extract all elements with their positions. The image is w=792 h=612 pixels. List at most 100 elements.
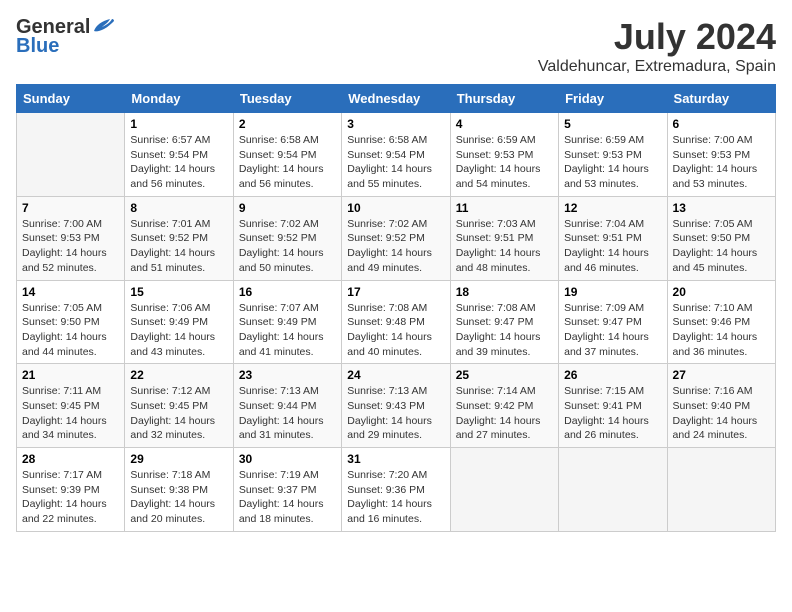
calendar-week-row: 28 Sunrise: 7:17 AM Sunset: 9:39 PM Dayli… bbox=[17, 448, 776, 532]
day-number: 16 bbox=[239, 285, 336, 299]
day-info: Sunrise: 6:58 AM Sunset: 9:54 PM Dayligh… bbox=[239, 133, 336, 192]
calendar-cell: 1Sunrise: 6:57 AM Sunset: 9:54 PM Daylig… bbox=[125, 113, 233, 197]
calendar-week-row: 21 Sunrise: 7:11 AM Sunset: 9:45 PM Dayli… bbox=[17, 364, 776, 448]
column-header-sunday: Sunday bbox=[17, 85, 125, 113]
calendar-cell: 22Sunrise: 7:12 AM Sunset: 9:45 PM Dayli… bbox=[125, 364, 233, 448]
day-info: Sunrise: 7:06 AM Sunset: 9:49 PM Dayligh… bbox=[130, 301, 227, 360]
day-number: 24 bbox=[347, 368, 444, 382]
logo-bird-icon bbox=[92, 17, 114, 35]
day-info: Sunrise: 7:07 AM Sunset: 9:49 PM Dayligh… bbox=[239, 301, 336, 360]
column-header-friday: Friday bbox=[559, 85, 667, 113]
calendar-cell: 11 Sunrise: 7:03 AM Sunset: 9:51 PM Dayli… bbox=[450, 196, 558, 280]
calendar-cell: 25 Sunrise: 7:14 AM Sunset: 9:42 PM Dayli… bbox=[450, 364, 558, 448]
day-info: Sunrise: 7:15 AM Sunset: 9:41 PM Dayligh… bbox=[564, 384, 661, 443]
calendar-cell: 16 Sunrise: 7:07 AM Sunset: 9:49 PM Dayli… bbox=[233, 280, 341, 364]
day-number: 25 bbox=[456, 368, 553, 382]
day-info: Sunrise: 7:11 AM Sunset: 9:45 PM Dayligh… bbox=[22, 384, 119, 443]
day-info: Sunrise: 7:14 AM Sunset: 9:42 PM Dayligh… bbox=[456, 384, 553, 443]
calendar-cell: 26Sunrise: 7:15 AM Sunset: 9:41 PM Dayli… bbox=[559, 364, 667, 448]
day-info: Sunrise: 7:03 AM Sunset: 9:51 PM Dayligh… bbox=[456, 217, 553, 276]
day-info: Sunrise: 7:18 AM Sunset: 9:38 PM Dayligh… bbox=[130, 468, 227, 527]
day-info: Sunrise: 7:17 AM Sunset: 9:39 PM Dayligh… bbox=[22, 468, 119, 527]
day-number: 15 bbox=[130, 285, 227, 299]
calendar-cell: 19Sunrise: 7:09 AM Sunset: 9:47 PM Dayli… bbox=[559, 280, 667, 364]
calendar-cell: 30 Sunrise: 7:19 AM Sunset: 9:37 PM Dayli… bbox=[233, 448, 341, 532]
calendar-cell: 24Sunrise: 7:13 AM Sunset: 9:43 PM Dayli… bbox=[342, 364, 450, 448]
calendar-week-row: 14 Sunrise: 7:05 AM Sunset: 9:50 PM Dayli… bbox=[17, 280, 776, 364]
calendar-cell: 5 Sunrise: 6:59 AM Sunset: 9:53 PM Daylig… bbox=[559, 113, 667, 197]
day-info: Sunrise: 7:05 AM Sunset: 9:50 PM Dayligh… bbox=[673, 217, 770, 276]
day-number: 3 bbox=[347, 117, 444, 131]
day-number: 19 bbox=[564, 285, 661, 299]
day-info: Sunrise: 7:00 AM Sunset: 9:53 PM Dayligh… bbox=[22, 217, 119, 276]
day-number: 10 bbox=[347, 201, 444, 215]
calendar-cell: 14 Sunrise: 7:05 AM Sunset: 9:50 PM Dayli… bbox=[17, 280, 125, 364]
calendar-cell: 15 Sunrise: 7:06 AM Sunset: 9:49 PM Dayli… bbox=[125, 280, 233, 364]
calendar-cell: 28 Sunrise: 7:17 AM Sunset: 9:39 PM Dayli… bbox=[17, 448, 125, 532]
day-info: Sunrise: 6:57 AM Sunset: 9:54 PM Dayligh… bbox=[130, 133, 227, 192]
logo: General Blue bbox=[16, 16, 114, 58]
calendar-cell bbox=[559, 448, 667, 532]
calendar-cell: 18 Sunrise: 7:08 AM Sunset: 9:47 PM Dayli… bbox=[450, 280, 558, 364]
calendar-cell bbox=[450, 448, 558, 532]
day-number: 18 bbox=[456, 285, 553, 299]
column-header-wednesday: Wednesday bbox=[342, 85, 450, 113]
day-number: 6 bbox=[673, 117, 770, 131]
calendar-cell: 6 Sunrise: 7:00 AM Sunset: 9:53 PM Daylig… bbox=[667, 113, 775, 197]
day-number: 30 bbox=[239, 452, 336, 466]
calendar-cell: 2Sunrise: 6:58 AM Sunset: 9:54 PM Daylig… bbox=[233, 113, 341, 197]
day-info: Sunrise: 7:01 AM Sunset: 9:52 PM Dayligh… bbox=[130, 217, 227, 276]
day-info: Sunrise: 7:02 AM Sunset: 9:52 PM Dayligh… bbox=[239, 217, 336, 276]
day-info: Sunrise: 7:10 AM Sunset: 9:46 PM Dayligh… bbox=[673, 301, 770, 360]
day-number: 13 bbox=[673, 201, 770, 215]
column-header-tuesday: Tuesday bbox=[233, 85, 341, 113]
calendar-cell: 9 Sunrise: 7:02 AM Sunset: 9:52 PM Daylig… bbox=[233, 196, 341, 280]
location: Valdehuncar, Extremadura, Spain bbox=[538, 58, 776, 76]
calendar-cell: 21 Sunrise: 7:11 AM Sunset: 9:45 PM Dayli… bbox=[17, 364, 125, 448]
day-number: 21 bbox=[22, 368, 119, 382]
calendar-cell bbox=[667, 448, 775, 532]
day-number: 9 bbox=[239, 201, 336, 215]
day-number: 4 bbox=[456, 117, 553, 131]
calendar-cell: 20 Sunrise: 7:10 AM Sunset: 9:46 PM Dayli… bbox=[667, 280, 775, 364]
calendar-header-row: SundayMondayTuesdayWednesdayThursdayFrid… bbox=[17, 85, 776, 113]
calendar-cell bbox=[17, 113, 125, 197]
day-info: Sunrise: 7:00 AM Sunset: 9:53 PM Dayligh… bbox=[673, 133, 770, 192]
day-number: 28 bbox=[22, 452, 119, 466]
day-info: Sunrise: 7:08 AM Sunset: 9:48 PM Dayligh… bbox=[347, 301, 444, 360]
day-number: 20 bbox=[673, 285, 770, 299]
day-info: Sunrise: 7:20 AM Sunset: 9:36 PM Dayligh… bbox=[347, 468, 444, 527]
column-header-saturday: Saturday bbox=[667, 85, 775, 113]
day-info: Sunrise: 7:19 AM Sunset: 9:37 PM Dayligh… bbox=[239, 468, 336, 527]
calendar-cell: 31 Sunrise: 7:20 AM Sunset: 9:36 PM Dayli… bbox=[342, 448, 450, 532]
day-number: 14 bbox=[22, 285, 119, 299]
day-number: 17 bbox=[347, 285, 444, 299]
day-info: Sunrise: 7:13 AM Sunset: 9:44 PM Dayligh… bbox=[239, 384, 336, 443]
calendar-cell: 8Sunrise: 7:01 AM Sunset: 9:52 PM Daylig… bbox=[125, 196, 233, 280]
day-info: Sunrise: 6:58 AM Sunset: 9:54 PM Dayligh… bbox=[347, 133, 444, 192]
calendar-cell: 27 Sunrise: 7:16 AM Sunset: 9:40 PM Dayli… bbox=[667, 364, 775, 448]
day-info: Sunrise: 7:16 AM Sunset: 9:40 PM Dayligh… bbox=[673, 384, 770, 443]
day-number: 12 bbox=[564, 201, 661, 215]
day-number: 5 bbox=[564, 117, 661, 131]
day-number: 22 bbox=[130, 368, 227, 382]
title-area: July 2024 Valdehuncar, Extremadura, Spai… bbox=[538, 16, 776, 76]
header: General Blue July 2024 Valdehuncar, Extr… bbox=[16, 16, 776, 76]
day-info: Sunrise: 7:08 AM Sunset: 9:47 PM Dayligh… bbox=[456, 301, 553, 360]
calendar-table: SundayMondayTuesdayWednesdayThursdayFrid… bbox=[16, 84, 776, 532]
day-info: Sunrise: 7:05 AM Sunset: 9:50 PM Dayligh… bbox=[22, 301, 119, 360]
day-info: Sunrise: 6:59 AM Sunset: 9:53 PM Dayligh… bbox=[456, 133, 553, 192]
calendar-cell: 7Sunrise: 7:00 AM Sunset: 9:53 PM Daylig… bbox=[17, 196, 125, 280]
day-info: Sunrise: 6:59 AM Sunset: 9:53 PM Dayligh… bbox=[564, 133, 661, 192]
month-year: July 2024 bbox=[538, 16, 776, 58]
calendar-cell: 10Sunrise: 7:02 AM Sunset: 9:52 PM Dayli… bbox=[342, 196, 450, 280]
calendar-cell: 3 Sunrise: 6:58 AM Sunset: 9:54 PM Daylig… bbox=[342, 113, 450, 197]
day-number: 11 bbox=[456, 201, 553, 215]
calendar-cell: 12Sunrise: 7:04 AM Sunset: 9:51 PM Dayli… bbox=[559, 196, 667, 280]
day-number: 27 bbox=[673, 368, 770, 382]
day-number: 31 bbox=[347, 452, 444, 466]
calendar-cell: 29 Sunrise: 7:18 AM Sunset: 9:38 PM Dayli… bbox=[125, 448, 233, 532]
calendar-cell: 17 Sunrise: 7:08 AM Sunset: 9:48 PM Dayli… bbox=[342, 280, 450, 364]
calendar-cell: 23Sunrise: 7:13 AM Sunset: 9:44 PM Dayli… bbox=[233, 364, 341, 448]
day-number: 29 bbox=[130, 452, 227, 466]
